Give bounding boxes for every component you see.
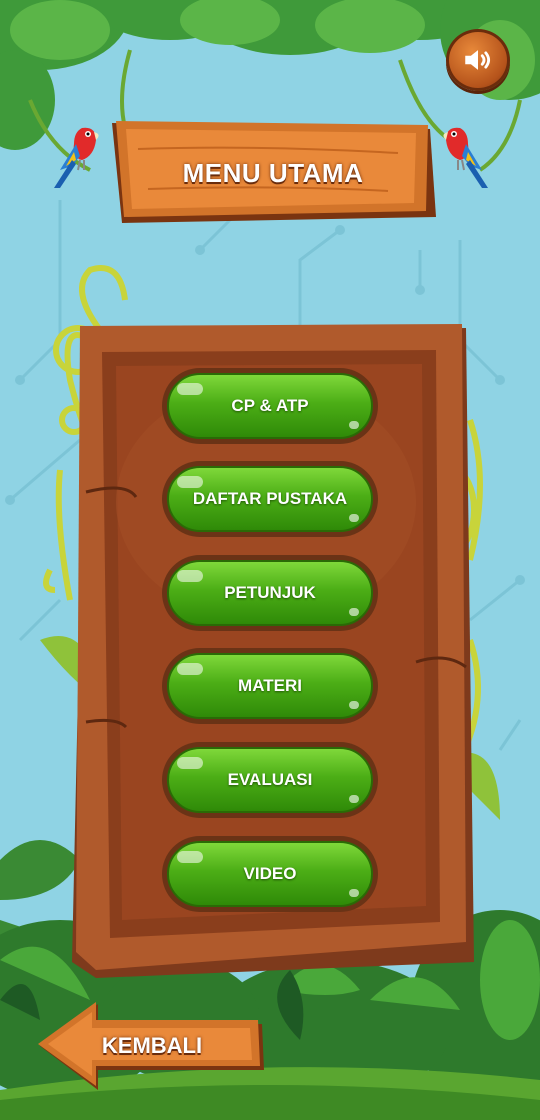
parrot-right-decoration <box>443 127 488 188</box>
back-button[interactable] <box>36 1000 268 1092</box>
menu-button-daftar-pustaka[interactable]: DAFTAR PUSTAKA <box>162 461 378 537</box>
page-title: MENU UTAMA <box>182 157 364 188</box>
menu-button-video[interactable]: VIDEO <box>162 836 378 912</box>
menu-button-cp-atp[interactable]: CP & ATP <box>162 368 378 444</box>
menu-button-petunjuk[interactable]: PETUNJUK <box>162 555 378 631</box>
menu-button-label: EVALUASI <box>227 770 313 789</box>
menu-button-label: VIDEO <box>243 864 297 883</box>
speaker-volume-icon <box>465 50 491 70</box>
menu-button-evaluasi[interactable]: EVALUASI <box>162 742 378 818</box>
sound-toggle-button[interactable] <box>446 29 510 91</box>
arrow-left-icon <box>38 1002 264 1090</box>
menu-button-materi[interactable]: MATERI <box>162 648 378 724</box>
menu-button-label: PETUNJUK <box>224 583 316 602</box>
menu-button-label: CP & ATP <box>231 396 309 415</box>
parrot-left-decoration <box>54 127 99 188</box>
menu-button-label: DAFTAR PUSTAKA <box>192 489 348 508</box>
menu-button-label: MATERI <box>238 676 302 695</box>
